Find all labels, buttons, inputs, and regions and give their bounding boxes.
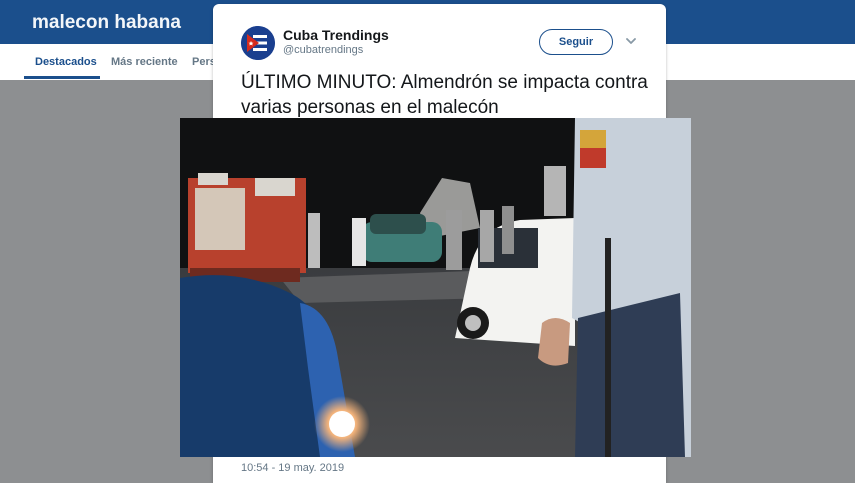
author-handle[interactable]: @cubatrendings (283, 44, 363, 56)
author-name[interactable]: Cuba Trendings (283, 27, 389, 43)
night-accident-photo-icon (180, 118, 691, 457)
avatar[interactable] (241, 26, 275, 60)
follow-button[interactable]: Seguir (539, 29, 613, 55)
page-title: malecon habana (32, 12, 181, 33)
cuba-flag-avatar-icon (241, 26, 275, 60)
tab-destacados[interactable]: Destacados (35, 56, 97, 68)
tweet-timestamp[interactable]: 10:54 - 19 may. 2019 (241, 462, 344, 474)
chevron-down-icon[interactable] (624, 34, 638, 48)
active-tab-indicator (24, 76, 100, 79)
tweet-photo[interactable] (180, 118, 691, 457)
tweet-text: ÚLTIMO MINUTO: Almendrón se impacta cont… (241, 72, 648, 118)
tab-mas-reciente[interactable]: Más reciente (111, 56, 178, 68)
